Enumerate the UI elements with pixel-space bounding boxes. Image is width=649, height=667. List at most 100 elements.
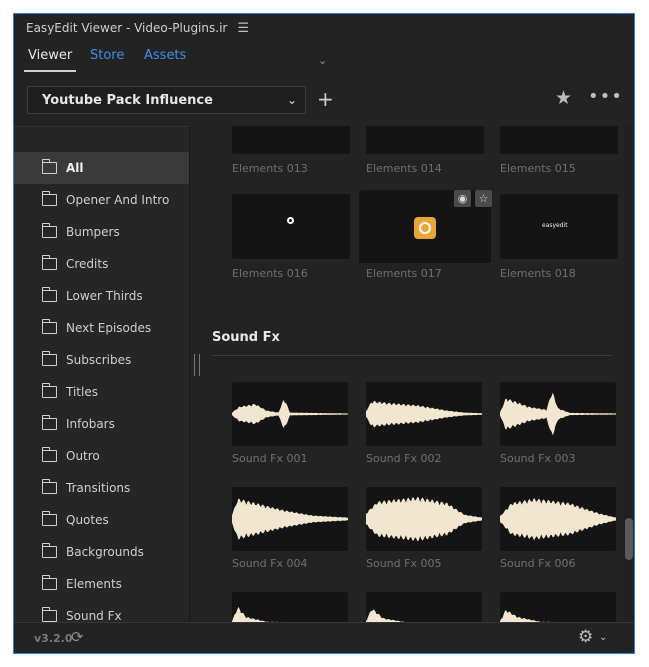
sound-label: Sound Fx 002 [366, 452, 442, 465]
element-thumbnail[interactable] [232, 126, 350, 154]
element-label: Elements 015 [500, 162, 576, 175]
toolbar: Youtube Pack Influence ⌄ + ★ ••• [14, 86, 634, 120]
folder-icon [41, 223, 57, 238]
chevron-down-icon[interactable]: ⌄ [318, 54, 327, 67]
element-label: Elements 014 [366, 162, 442, 175]
refresh-icon[interactable]: ⟳ [71, 628, 84, 646]
sound-thumbnail[interactable] [232, 382, 348, 446]
sound-label: Sound Fx 006 [500, 557, 576, 570]
tab-store[interactable]: Store [90, 48, 124, 63]
folder-icon [41, 191, 57, 206]
footer: v3.2.0 ⟳ ⚙ ⌄ [14, 622, 634, 653]
element-thumbnail[interactable]: easyedit [500, 194, 618, 259]
sidebar-item-subscribes[interactable]: Subscribes [14, 344, 189, 376]
scrollbar-thumb[interactable] [625, 518, 633, 560]
chevron-down-icon: ⌄ [286, 93, 297, 107]
sidebar-item-infobars[interactable]: Infobars [14, 408, 189, 440]
pack-select[interactable]: Youtube Pack Influence ⌄ [27, 86, 306, 114]
sidebar-item-label: Bumpers [66, 225, 120, 239]
tab-viewer[interactable]: Viewer [23, 48, 77, 72]
sound-thumbnail[interactable] [366, 592, 482, 622]
section-divider [212, 355, 612, 356]
element-label: Elements 013 [232, 162, 308, 175]
folder-icon [41, 575, 57, 590]
sidebar-item-transitions[interactable]: Transitions [14, 472, 189, 504]
sound-label: Sound Fx 001 [232, 452, 308, 465]
folder-icon [41, 543, 57, 558]
sound-label: Sound Fx 003 [500, 452, 576, 465]
section-title-sound-fx: Sound Fx [212, 330, 280, 345]
folder-icon [41, 351, 57, 366]
element-label: Elements 016 [232, 267, 308, 280]
gear-icon[interactable]: ⚙ [578, 627, 593, 647]
folder-icon [41, 319, 57, 334]
sidebar-item-lower-thirds[interactable]: Lower Thirds [14, 280, 189, 312]
sound-thumbnail[interactable] [500, 382, 616, 446]
waveform-shape [500, 610, 558, 622]
split-handle[interactable] [194, 354, 200, 376]
sidebar-item-all[interactable]: All [14, 152, 189, 184]
sidebar-item-label: Opener And Intro [66, 193, 170, 207]
star-icon[interactable]: ★ [555, 87, 572, 109]
sound-thumbnail[interactable] [366, 382, 482, 446]
more-icon[interactable]: ••• [588, 86, 623, 107]
asset-grid: Sound Fx Elements 013 Elements 014 Element… [202, 126, 622, 622]
sidebar-item-credits[interactable]: Credits [14, 248, 189, 280]
waveform [500, 498, 616, 540]
waveform [366, 496, 482, 542]
title-bar: EasyEdit Viewer - Video-Plugins.ir ☰ [14, 14, 634, 42]
folder-icon [41, 415, 57, 430]
category-sidebar: All Opener And Intro Bumpers Credits Lower T… [14, 126, 189, 622]
sidebar-item-label: Credits [66, 257, 109, 271]
waveform-shape [232, 606, 283, 622]
element-thumbnail[interactable]: ◉ ☆ [359, 190, 492, 263]
sidebar-item-label: Sound Fx [66, 609, 122, 622]
sidebar-item-label: Backgrounds [66, 545, 144, 559]
sidebar-item-bumpers[interactable]: Bumpers [14, 216, 189, 248]
waveform [500, 392, 616, 436]
element-label: Elements 017 [366, 267, 442, 280]
waveform [366, 400, 482, 428]
sidebar-item-label: Transitions [66, 481, 131, 495]
sidebar-item-label: Next Episodes [66, 321, 152, 335]
sidebar-item-opener-and-intro[interactable]: Opener And Intro [14, 184, 189, 216]
plus-icon[interactable]: + [317, 87, 334, 111]
waveform [500, 610, 558, 622]
folder-icon [41, 607, 57, 622]
eye-icon[interactable]: ◉ [454, 190, 471, 207]
waveform [232, 400, 348, 428]
sound-thumbnail[interactable] [500, 487, 616, 551]
sidebar-item-next-episodes[interactable]: Next Episodes [14, 312, 189, 344]
star-icon[interactable]: ☆ [475, 190, 492, 207]
sound-thumbnail[interactable] [500, 592, 616, 622]
sidebar-item-label: Outro [66, 449, 100, 463]
tab-assets[interactable]: Assets [144, 48, 186, 63]
sound-thumbnail[interactable] [232, 592, 348, 622]
scrollbar[interactable] [624, 126, 634, 622]
sidebar-divider [189, 126, 190, 622]
easyedit-logo: easyedit [542, 222, 568, 229]
hamburger-icon[interactable]: ☰ [237, 21, 249, 36]
chevron-down-icon[interactable]: ⌄ [599, 632, 607, 643]
tab-bar: Viewer Store Assets ⌄ [14, 44, 634, 76]
sidebar-item-sound-fx[interactable]: Sound Fx [14, 600, 189, 622]
folder-icon [41, 255, 57, 270]
folder-icon [41, 383, 57, 398]
sidebar-item-elements[interactable]: Elements [14, 568, 189, 600]
version-label: v3.2.0 [34, 632, 73, 645]
sidebar-item-titles[interactable]: Titles [14, 376, 189, 408]
waveform-shape [366, 609, 405, 622]
sidebar-item-outro[interactable]: Outro [14, 440, 189, 472]
sidebar-item-label: All [66, 161, 84, 175]
sound-thumbnail[interactable] [366, 487, 482, 551]
sidebar-item-quotes[interactable]: Quotes [14, 504, 189, 536]
element-thumbnail[interactable] [366, 126, 484, 154]
sidebar-item-backgrounds[interactable]: Backgrounds [14, 536, 189, 568]
waveform [232, 498, 348, 540]
element-thumbnail[interactable] [500, 126, 618, 154]
sidebar-item-label: Subscribes [66, 353, 132, 367]
sound-thumbnail[interactable] [232, 487, 348, 551]
folder-icon [41, 511, 57, 526]
folder-icon [41, 159, 57, 174]
element-thumbnail[interactable] [232, 194, 350, 259]
